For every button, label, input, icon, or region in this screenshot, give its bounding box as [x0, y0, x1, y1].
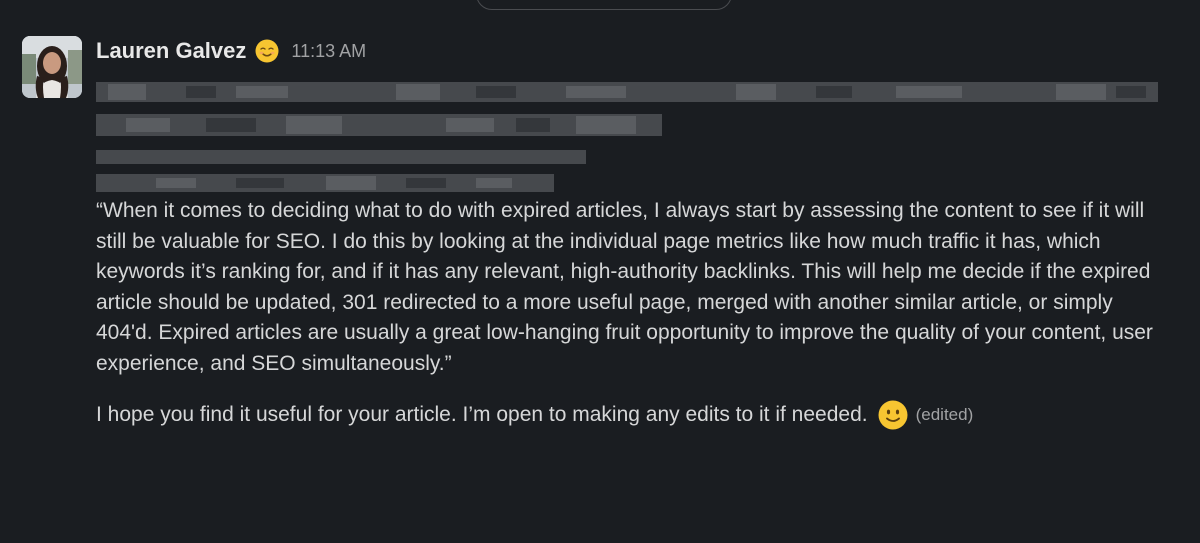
message-body: “When it comes to deciding what to do wi… [96, 196, 1171, 430]
slightly-smiling-face-emoji-icon[interactable] [878, 400, 908, 430]
relieved-face-emoji-icon[interactable] [255, 39, 279, 63]
quote-paragraph: “When it comes to deciding what to do wi… [96, 199, 1153, 375]
new-messages-pill[interactable] [476, 0, 732, 10]
message-timestamp[interactable]: 11:13 AM [291, 41, 366, 62]
closing-line: I hope you find it useful for your artic… [96, 400, 1171, 431]
avatar[interactable] [22, 36, 82, 98]
closing-text: I hope you find it useful for your artic… [96, 402, 868, 426]
edited-label[interactable]: (edited) [916, 400, 974, 431]
message-header: Lauren Galvez 11:13 AM [96, 36, 366, 66]
author-name[interactable]: Lauren Galvez [96, 38, 246, 64]
redacted-text-block [96, 80, 1186, 192]
